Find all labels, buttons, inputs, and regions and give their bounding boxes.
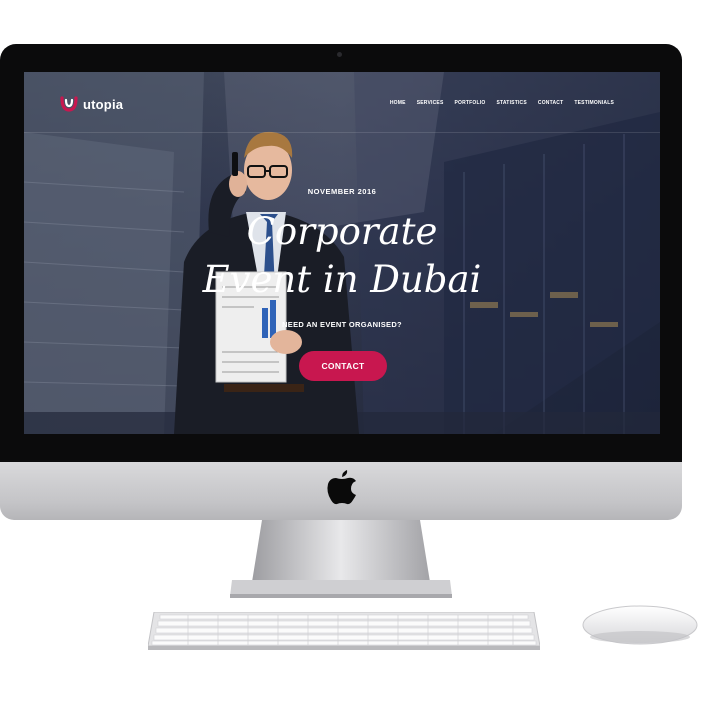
apple-logo-icon: [327, 470, 356, 505]
imac-stand: [230, 520, 452, 598]
nav-contact[interactable]: CONTACT: [538, 100, 563, 106]
main-nav: HOME SERVICES PORTFOLIO STATISTICS CONTA…: [390, 100, 614, 106]
keyboard: [148, 612, 540, 650]
nav-statistics[interactable]: STATISTICS: [496, 100, 526, 106]
nav-services[interactable]: SERVICES: [417, 100, 444, 106]
magic-mouse: [582, 605, 698, 645]
logo-text: utopia: [83, 96, 124, 112]
contact-button[interactable]: CONTACT: [299, 351, 387, 381]
utopia-logo-icon: [60, 96, 78, 112]
site-logo[interactable]: utopia: [59, 94, 123, 114]
nav-home[interactable]: HOME: [390, 100, 406, 106]
hero-title-line1: Corporate: [246, 210, 438, 253]
hero-date: NOVEMBER 2016: [307, 187, 377, 196]
nav-portfolio[interactable]: PORTFOLIO: [454, 100, 485, 106]
hero-title-line2: Event in Dubai: [202, 258, 482, 301]
hero-title: Corporate Event in Dubai: [24, 208, 660, 304]
camera-icon: [337, 52, 342, 57]
hero-subtitle: NEED AN EVENT ORGANISED?: [282, 320, 402, 329]
nav-testimonials[interactable]: TESTIMONIALS: [574, 100, 614, 106]
website-screen: utopia HOME SERVICES PORTFOLIO STATISTIC…: [24, 72, 660, 434]
site-header: utopia HOME SERVICES PORTFOLIO STATISTIC…: [24, 72, 660, 133]
